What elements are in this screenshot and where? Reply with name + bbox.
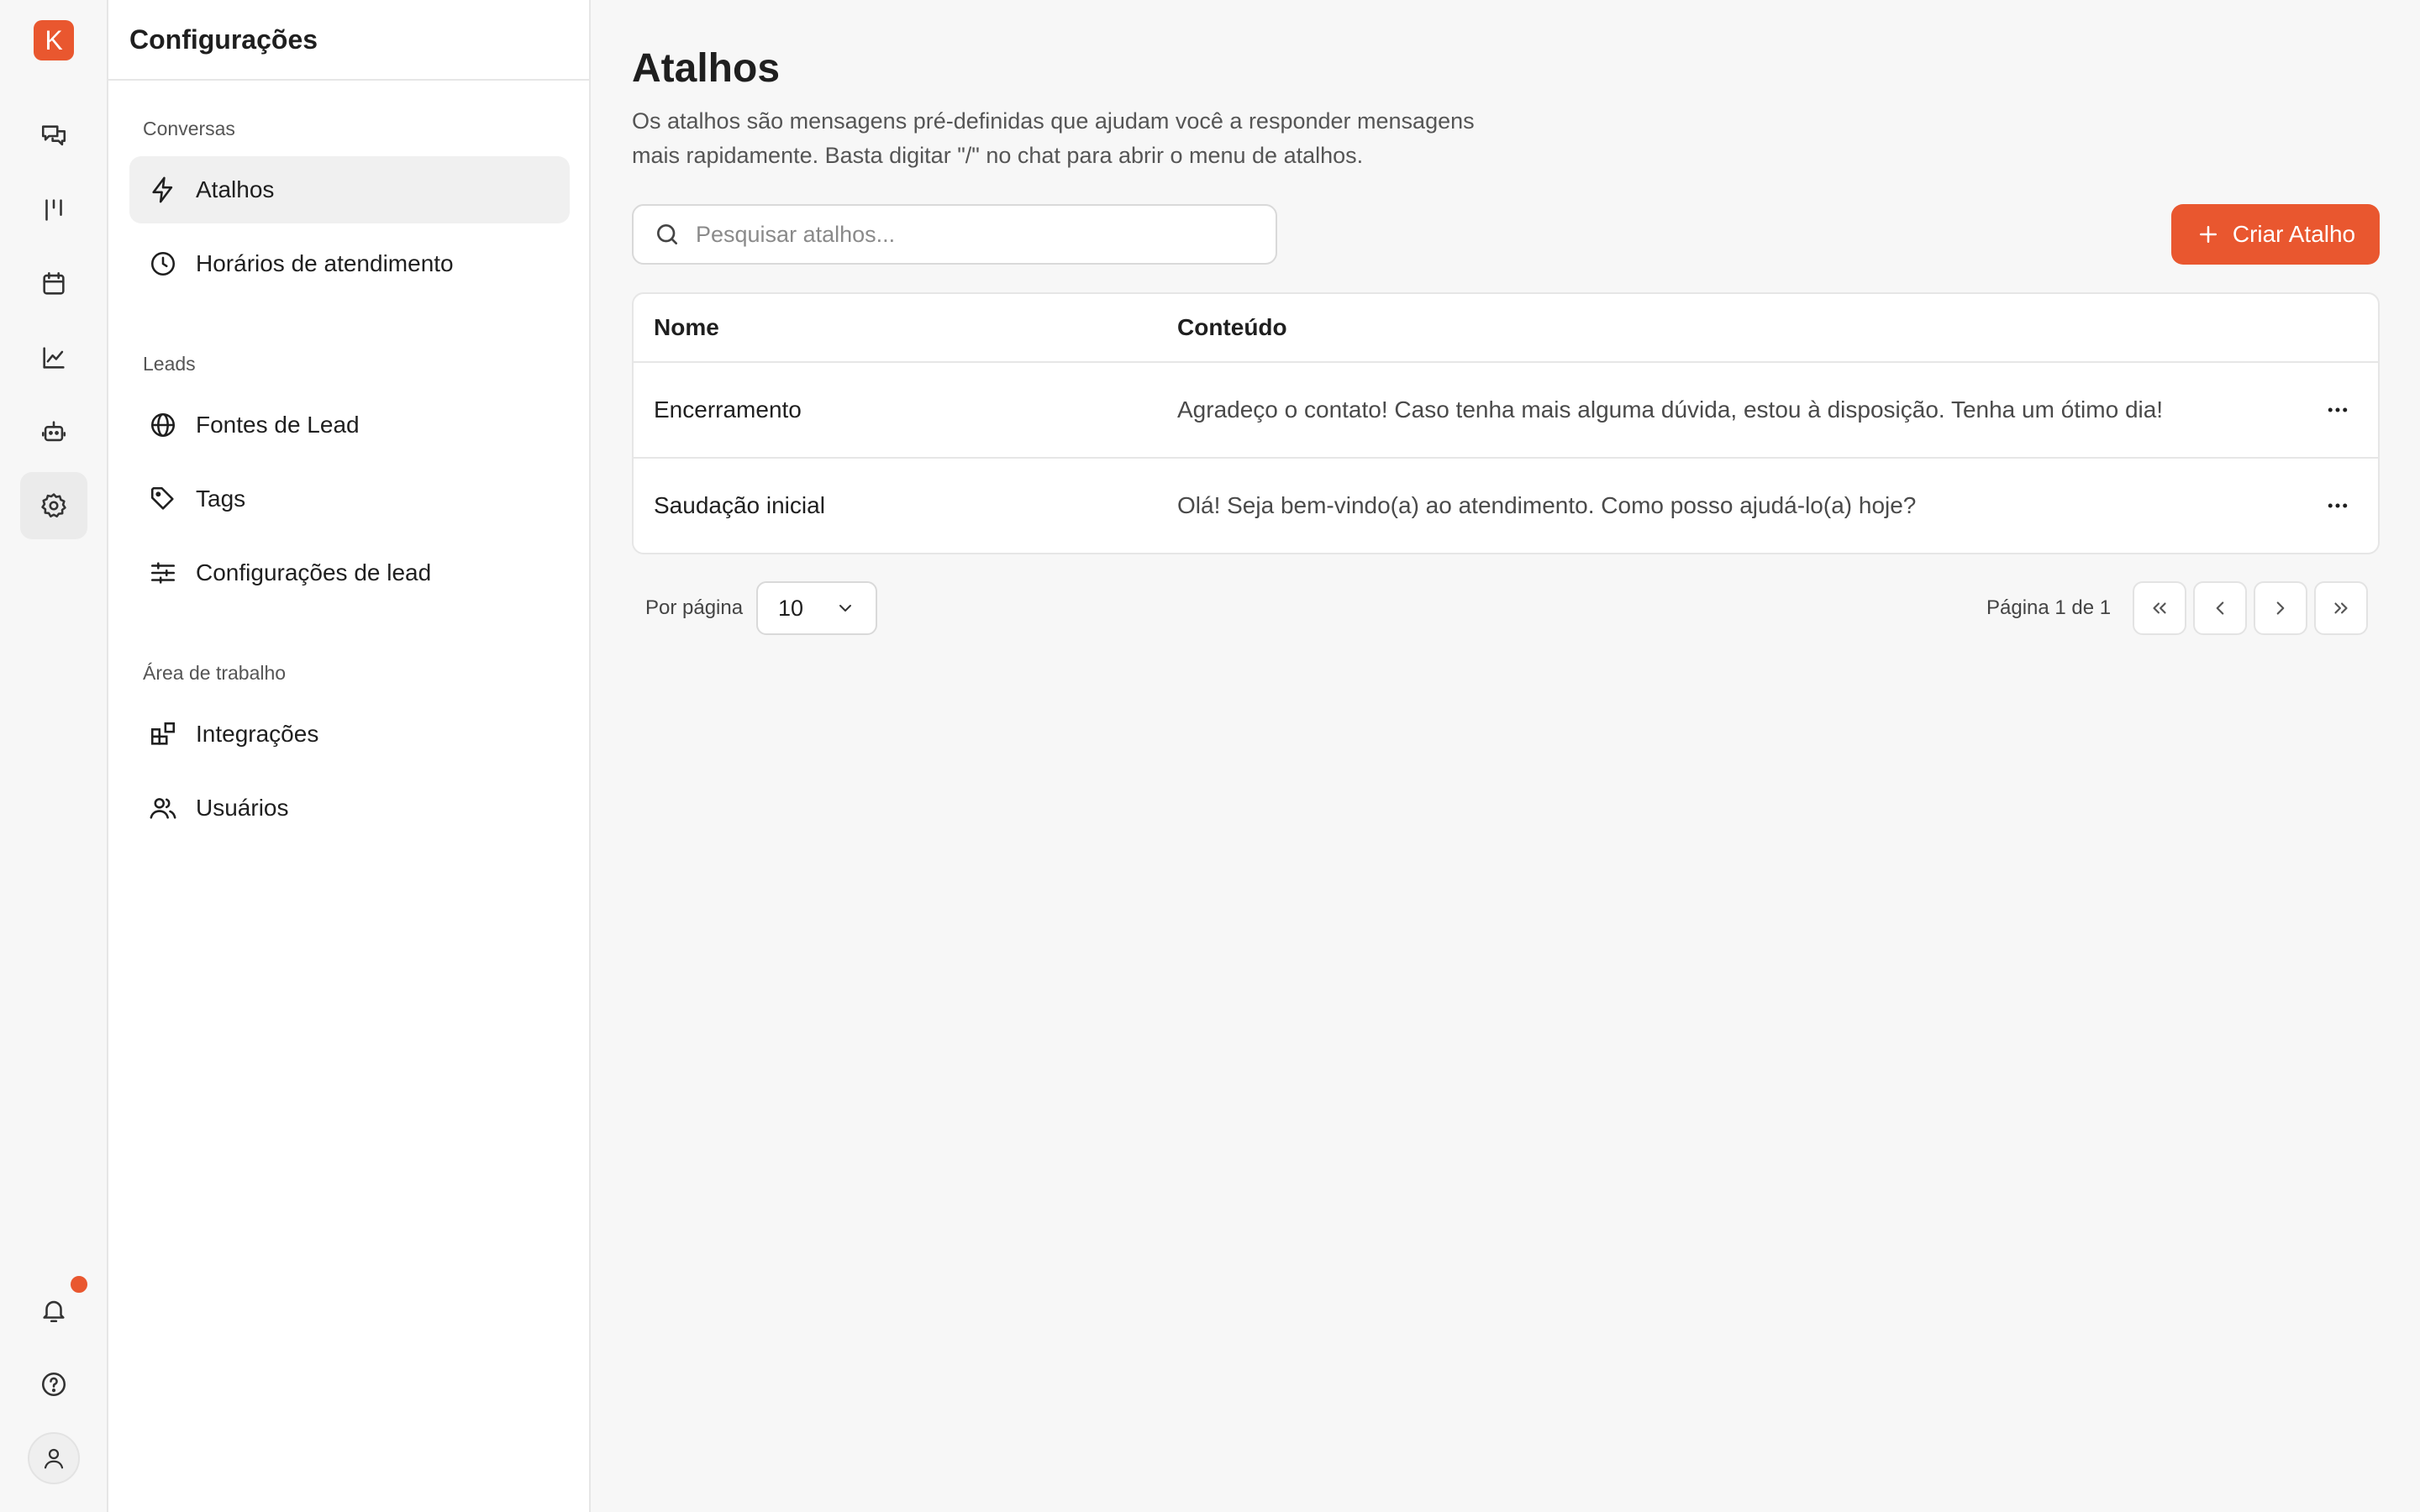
page-description: Os atalhos são mensagens pré-definidas q… [632,108,1475,168]
sidebar-title: Configurações [129,24,318,55]
gear-icon [41,493,66,518]
shortcut-name: Encerramento [654,396,802,423]
bot-nav-button[interactable] [20,398,87,465]
page-info: Página 1 de 1 [1986,596,2112,619]
chevron-left-icon [2216,601,2224,615]
sidebar-item-label: Integrações [196,721,319,747]
page-title: Atalhos [632,46,781,91]
search-icon [657,224,677,244]
table-header-row: Nome Conteúdo [634,294,2378,361]
settings-nav-button[interactable] [20,472,87,539]
section-label-area-de-trabalho: Área de trabalho [143,662,287,684]
sidebar-item-label: Horários de atendimento [196,250,454,276]
calendar-nav-button[interactable] [20,250,87,318]
section-label-conversas: Conversas [143,118,235,139]
app-logo[interactable]: K [34,20,74,60]
more-horizontal-icon [2328,503,2348,508]
help-icon [41,1372,66,1397]
sidebar-item-label: Configurações de lead [196,559,432,585]
per-page-label: Por página [645,596,744,619]
user-icon [44,1448,64,1469]
sidebar-item-tags[interactable]: Tags [129,465,570,533]
bell-icon [43,1300,65,1323]
per-page-value: 10 [778,595,804,621]
chevron-down-icon [839,605,851,612]
sidebar-item-atalhos[interactable]: Atalhos [129,156,570,223]
zap-icon [152,176,173,203]
shortcut-content: Olá! Seja bem-vindo(a) ao atendimento. C… [1177,492,1917,518]
column-header-nome[interactable]: Nome [654,314,719,341]
first-page-button[interactable] [2133,581,2186,635]
chevrons-right-icon [2334,602,2348,614]
plus-icon [2199,226,2217,243]
sidebar-item-label: Tags [196,486,246,512]
pipeline-nav-button[interactable] [20,176,87,244]
sidebar-item-usuarios[interactable]: Usuários [129,774,570,842]
section-label-leads: Leads [143,353,196,375]
globe-icon [150,412,176,438]
icon-rail: K [0,0,108,1512]
bot-icon [41,421,66,442]
integrations-icon [150,722,176,745]
next-page-button[interactable] [2254,581,2307,635]
conversations-nav-button[interactable] [20,102,87,170]
settings-sidebar: Configurações Conversas Atalhos Horários… [108,0,591,1512]
tag-icon [150,486,174,510]
notification-badge [68,1273,90,1295]
chevrons-left-icon [2153,602,2166,614]
more-horizontal-icon [2328,407,2348,412]
sidebar-header: Configurações [108,0,589,81]
kanban-icon [45,199,62,221]
shortcut-content: Agradeço o contato! Caso tenha mais algu… [1177,396,2164,423]
main-content: Atalhos Os atalhos são mensagens pré-def… [632,0,2380,1512]
sidebar-item-integracoes[interactable]: Integrações [129,701,570,768]
last-page-button[interactable] [2314,581,2368,635]
row-actions-button[interactable] [2317,486,2358,526]
shortcut-name: Saudação inicial [654,492,825,518]
sidebar-item-label: Fontes de Lead [196,412,360,438]
previous-page-button[interactable] [2193,581,2247,635]
help-button[interactable] [20,1351,87,1418]
column-header-conteudo[interactable]: Conteúdo [1177,314,1287,341]
reports-nav-button[interactable] [20,324,87,391]
row-actions-button[interactable] [2317,390,2358,430]
per-page-select[interactable]: 10 [756,581,877,635]
create-shortcut-label: Criar Atalho [2232,221,2356,247]
create-shortcut-button[interactable]: Criar Atalho [2171,204,2380,265]
table-row[interactable]: Saudação inicial Olá! Seja bem-vindo(a) … [634,457,2378,553]
chat-icon [41,125,66,146]
sidebar-item-fontes-de-lead[interactable]: Fontes de Lead [129,391,570,459]
users-icon [150,798,176,819]
sidebar-item-configuracoes-de-lead[interactable]: Configurações de lead [129,539,570,606]
clock-icon [150,251,176,276]
search-box[interactable] [632,204,1277,265]
table-row[interactable]: Encerramento Agradeço o contato! Caso te… [634,361,2378,457]
chevron-right-icon [2276,601,2285,615]
chart-icon [43,347,65,369]
shortcuts-table: Nome Conteúdo Encerramento Agradeço o co… [632,292,2380,554]
sidebar-item-label: Atalhos [196,176,275,202]
sidebar-item-label: Usuários [196,795,289,821]
search-input[interactable] [696,221,1267,248]
calendar-icon [43,271,65,295]
sidebar-item-horarios[interactable]: Horários de atendimento [129,230,570,297]
sliders-icon [150,562,176,584]
user-avatar[interactable] [28,1432,80,1484]
